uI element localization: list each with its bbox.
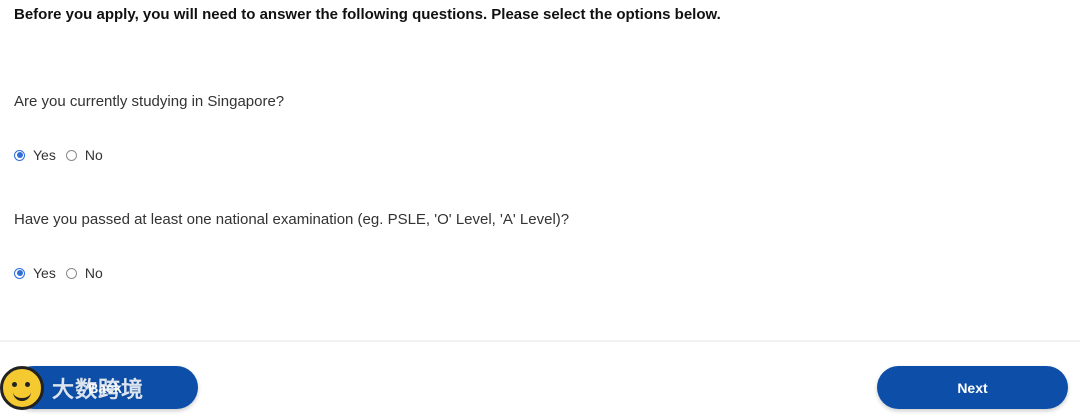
radio-label-yes: Yes (33, 147, 56, 163)
question-studying-in-singapore: Are you currently studying in Singapore? (14, 93, 285, 110)
smiley-face-icon (0, 365, 44, 410)
intro-text: Before you apply, you will need to answe… (14, 6, 721, 23)
radio-button-selected[interactable] (14, 149, 25, 161)
radio-option-no[interactable]: No (65, 147, 103, 163)
radio-label-yes: Yes (33, 265, 56, 281)
application-prequalification-page: Before you apply, you will need to answe… (0, 0, 1080, 415)
radio-option-no[interactable]: No (65, 265, 103, 281)
watermark-text: 大数跨境 (52, 376, 145, 402)
watermark: 大数跨境 (0, 360, 144, 415)
radio-group-national-examination: Yes No (14, 265, 113, 281)
radio-button-unselected[interactable] (65, 149, 77, 161)
radio-button-selected[interactable] (14, 267, 25, 279)
radio-option-yes[interactable]: Yes (14, 147, 56, 163)
question-national-examination: Have you passed at least one national ex… (14, 211, 570, 228)
radio-label-no: No (84, 265, 103, 281)
radio-label-no: No (84, 147, 103, 163)
radio-button-unselected[interactable] (65, 267, 77, 279)
next-button[interactable]: Next (877, 366, 1068, 409)
radio-option-yes[interactable]: Yes (14, 265, 56, 281)
radio-group-studying-in-singapore: Yes No (14, 147, 113, 163)
footer-divider (0, 340, 1080, 342)
